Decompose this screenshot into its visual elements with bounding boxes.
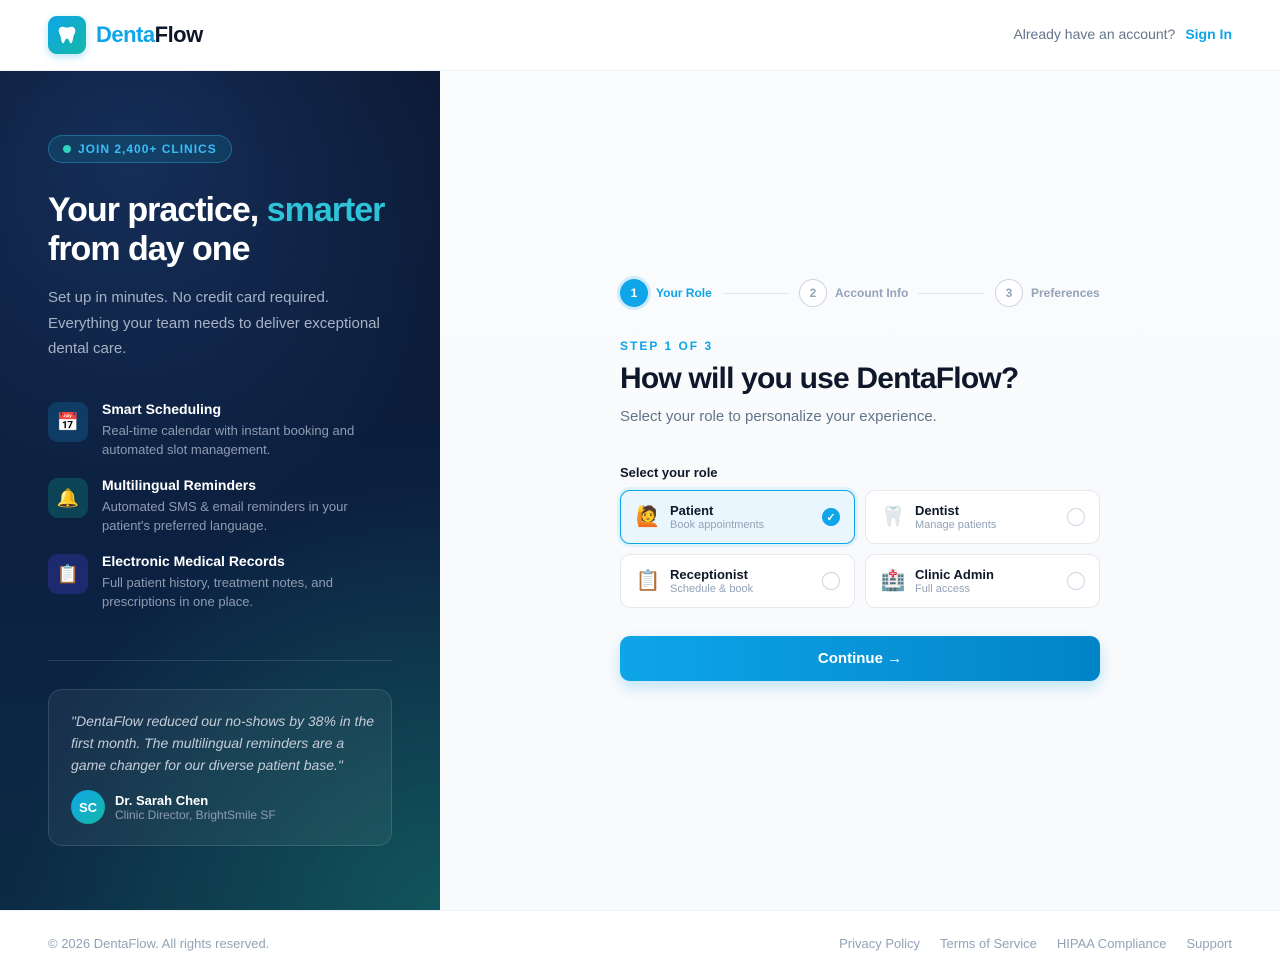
feature-desc: Automated SMS & email reminders in your …	[102, 499, 348, 533]
hipaa-compliance-link[interactable]: HIPAA Compliance	[1057, 936, 1167, 951]
progress-stepper: 1 Your Role 2 Account Info 3 Preferences	[620, 279, 1100, 307]
step-2-indicator: 2	[799, 279, 827, 307]
role-description: Book appointments	[670, 519, 765, 531]
brand-logo[interactable]: DentaFlow	[48, 16, 203, 54]
step-connector	[723, 293, 789, 294]
raising-hand-icon: 🙋	[635, 506, 661, 528]
testimonial-author: Dr. Sarah Chen	[115, 793, 209, 808]
hero-line2: from day one	[48, 230, 250, 268]
continue-button[interactable]: Continue →	[620, 636, 1100, 681]
role-field-label: Select your role	[620, 465, 718, 480]
signup-form-panel: 1 Your Role 2 Account Info 3 Preferences…	[440, 71, 1280, 910]
role-option-patient[interactable]: 🙋 Patient Book appointments ✓	[620, 490, 855, 544]
tooth-logo-icon	[48, 16, 86, 54]
calendar-icon: 📅	[48, 402, 88, 442]
brand-name-part2: Flow	[154, 22, 204, 47]
copyright-text: © 2026 DentaFlow. All rights reserved.	[48, 936, 270, 951]
page-title: How will you use DentaFlow?	[620, 362, 1019, 395]
avatar: SC	[71, 790, 105, 824]
radio-button[interactable]	[822, 572, 840, 590]
step-connector	[918, 293, 984, 294]
role-name: Clinic Admin	[915, 567, 994, 582]
section-divider	[48, 660, 392, 661]
terms-of-service-link[interactable]: Terms of Service	[940, 936, 1037, 951]
step-3-indicator: 3	[995, 279, 1023, 307]
bell-icon: 🔔	[48, 478, 88, 518]
tooth-icon: 🦷	[880, 506, 906, 528]
page-footer: © 2026 DentaFlow. All rights reserved. P…	[0, 910, 1280, 974]
feature-item: 🔔 Multilingual Reminders Automated SMS &…	[48, 477, 368, 553]
step-counter: STEP 1 OF 3	[620, 339, 714, 353]
hospital-icon: 🏥	[880, 570, 906, 592]
role-name: Dentist	[915, 503, 960, 518]
role-option-clinic-admin[interactable]: 🏥 Clinic Admin Full access	[865, 554, 1100, 608]
feature-desc: Full patient history, treatment notes, a…	[102, 575, 333, 609]
hero-highlight: smarter	[266, 191, 386, 229]
role-description: Schedule & book	[670, 583, 754, 595]
support-link[interactable]: Support	[1186, 936, 1232, 951]
role-option-receptionist[interactable]: 📋 Receptionist Schedule & book	[620, 554, 855, 608]
brand-name: DentaFlow	[96, 22, 203, 48]
check-icon[interactable]: ✓	[822, 508, 840, 526]
join-badge: JOIN 2,400+ CLINICS	[48, 135, 232, 163]
feature-title: Smart Scheduling	[102, 401, 222, 417]
clipboard-icon: 📋	[635, 570, 661, 592]
hero-heading: Your practice, smarter from day one	[48, 191, 408, 269]
feature-list: 📅 Smart Scheduling Real-time calendar wi…	[48, 401, 368, 629]
role-name: Receptionist	[670, 567, 749, 582]
marketing-panel: JOIN 2,400+ CLINICS Your practice, smart…	[0, 71, 440, 910]
step-1-label: Your Role	[656, 286, 712, 300]
step-2-label: Account Info	[835, 286, 909, 300]
sign-in-link[interactable]: Sign In	[1185, 26, 1232, 42]
brand-name-part1: Denta	[96, 22, 155, 47]
testimonial-author-role: Clinic Director, BrightSmile SF	[115, 808, 276, 822]
radio-button[interactable]	[1067, 572, 1085, 590]
testimonial-quote: "DentaFlow reduced our no-shows by 38% i…	[71, 713, 375, 773]
role-option-dentist[interactable]: 🦷 Dentist Manage patients	[865, 490, 1100, 544]
role-description: Full access	[915, 583, 971, 595]
page-description: Select your role to personalize your exp…	[620, 408, 937, 425]
feature-item: 📋 Electronic Medical Records Full patien…	[48, 553, 368, 629]
step-1-indicator: 1	[620, 279, 648, 307]
clipboard-icon: 📋	[48, 554, 88, 594]
feature-desc: Real-time calendar with instant booking …	[102, 423, 355, 457]
radio-button[interactable]	[1067, 508, 1085, 526]
role-name: Patient	[670, 503, 714, 518]
feature-item: 📅 Smart Scheduling Real-time calendar wi…	[48, 401, 368, 477]
step-3-label: Preferences	[1031, 286, 1100, 300]
privacy-policy-link[interactable]: Privacy Policy	[839, 936, 920, 951]
testimonial-card: "DentaFlow reduced our no-shows by 38% i…	[48, 689, 392, 846]
hero-subtitle: Set up in minutes. No credit card requir…	[48, 289, 380, 357]
footer-links: Privacy Policy Terms of Service HIPAA Co…	[819, 936, 1232, 951]
signin-prompt: Already have an account? Sign In	[1013, 26, 1232, 42]
feature-title: Multilingual Reminders	[102, 477, 257, 493]
account-prompt-text: Already have an account?	[1013, 26, 1176, 42]
top-header: DentaFlow Already have an account? Sign …	[0, 0, 1280, 71]
status-dot-icon	[63, 145, 71, 153]
badge-text: JOIN 2,400+ CLINICS	[78, 142, 217, 156]
feature-title: Electronic Medical Records	[102, 553, 285, 569]
role-description: Manage patients	[915, 519, 997, 531]
hero-line1-start: Your practice,	[48, 191, 267, 229]
